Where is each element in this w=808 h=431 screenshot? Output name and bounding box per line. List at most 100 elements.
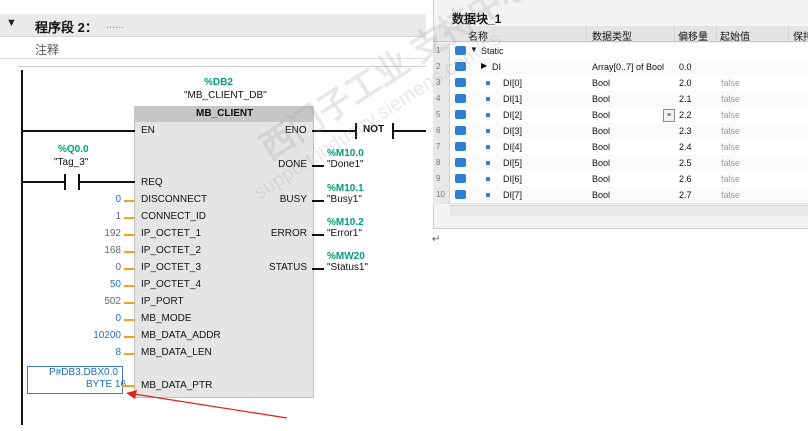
pin-value-connect-id[interactable]: 1: [115, 211, 121, 222]
cell-start-value[interactable]: false: [721, 174, 740, 184]
row-number: 3: [436, 78, 441, 87]
pin-value-ip-octet-1[interactable]: 192: [104, 228, 121, 239]
interface-variable-icon: [455, 126, 466, 135]
mb-client-block-title: MB_CLIENT: [196, 108, 254, 119]
network-title-dots: ......: [106, 19, 125, 31]
cell-data-type[interactable]: Array[0..7] of Bool: [592, 62, 664, 72]
pin-value-ip-port[interactable]: 502: [104, 296, 121, 307]
comment-row[interactable]: [0, 38, 426, 59]
cell-start-value[interactable]: false: [721, 190, 740, 200]
network-comment-label: 注释: [35, 43, 60, 57]
pin-mb-data-addr: MB_DATA_ADDR: [141, 330, 221, 341]
cell-data-type[interactable]: Bool: [592, 110, 610, 120]
cell-data-type[interactable]: Bool: [592, 78, 610, 88]
pin-wire: [124, 336, 135, 338]
pin-wire: [124, 200, 135, 202]
cell-name[interactable]: DI[2]: [503, 110, 522, 120]
req-wire-left: [22, 181, 64, 183]
interface-variable-icon: [455, 46, 466, 55]
en-wire: [22, 130, 135, 132]
cell-data-type[interactable]: Bool: [592, 126, 610, 136]
cell-offset: 2.3: [679, 126, 692, 136]
instance-db-name[interactable]: "MB_CLIENT_DB": [184, 90, 267, 101]
cell-start-value[interactable]: false: [721, 158, 740, 168]
cell-offset: 2.5: [679, 158, 692, 168]
cell-start-value[interactable]: false: [721, 110, 740, 120]
collapse-triangle-icon[interactable]: ▼: [6, 17, 17, 29]
cell-name[interactable]: DI: [492, 62, 501, 72]
output-tag-busy[interactable]: "Busy1": [327, 194, 362, 205]
row-number: 6: [436, 126, 441, 135]
cell-start-value[interactable]: false: [721, 126, 740, 136]
cell-name[interactable]: DI[5]: [503, 158, 522, 168]
req-contact-left-bar: [64, 174, 66, 190]
pin-value-mb-data-len[interactable]: 8: [115, 347, 121, 358]
column-header[interactable]: 起始值: [720, 28, 750, 43]
pin-value-ip-octet-3[interactable]: 0: [115, 262, 121, 273]
cell-name[interactable]: DI[1]: [503, 94, 522, 104]
cell-data-type[interactable]: Bool: [592, 94, 610, 104]
output-wire: [312, 165, 324, 167]
output-wire: [312, 234, 324, 236]
cell-start-value[interactable]: false: [721, 94, 740, 104]
pin-status: STATUS: [269, 262, 307, 273]
interface-variable-icon: [455, 190, 466, 199]
eno-wire: [312, 130, 356, 132]
cell-data-type[interactable]: Bool: [592, 190, 610, 200]
pin-value-ip-octet-2[interactable]: 168: [104, 245, 121, 256]
pin-value-mb-mode[interactable]: 0: [115, 313, 121, 324]
element-bullet-icon: [486, 129, 490, 133]
pin-wire: [124, 285, 135, 287]
cell-name[interactable]: DI[0]: [503, 78, 522, 88]
row-number: 7: [436, 142, 441, 151]
output-address-done: %M10.0: [327, 148, 364, 159]
pin-wire: [124, 251, 135, 253]
output-address-status: %MW20: [327, 251, 365, 262]
cell-start-value[interactable]: false: [721, 78, 740, 88]
pin-value-disconnect[interactable]: 0: [115, 194, 121, 205]
cell-data-type[interactable]: Bool: [592, 142, 610, 152]
cell-name[interactable]: DI[6]: [503, 174, 522, 184]
interface-variable-icon: [455, 142, 466, 151]
pin-value-ip-octet-4[interactable]: 50: [110, 279, 121, 290]
element-bullet-icon: [486, 177, 490, 181]
column-header[interactable]: 数据类型: [592, 28, 632, 43]
type-dropdown-icon[interactable]: ≡: [663, 109, 675, 122]
cell-start-value[interactable]: false: [721, 142, 740, 152]
row-number: 10: [436, 190, 445, 199]
element-bullet-icon: [486, 193, 490, 197]
element-bullet-icon: [486, 97, 490, 101]
req-wire-right: [80, 181, 135, 183]
interface-variable-icon: [455, 174, 466, 183]
pin-value-mb-data-addr[interactable]: 10200: [93, 330, 121, 341]
datablock-title: 数据块_1: [452, 12, 502, 26]
column-header[interactable]: 保持: [793, 28, 808, 43]
expand-right-icon[interactable]: ▶: [481, 61, 487, 70]
datablock-bottom-scrollbar[interactable]: [450, 205, 808, 216]
cell-name[interactable]: DI[4]: [503, 142, 522, 152]
row-number: 8: [436, 158, 441, 167]
output-tag-error[interactable]: "Error1": [327, 228, 362, 239]
not-output-wire: [393, 130, 426, 132]
req-tag-name[interactable]: "Tag_3": [54, 157, 88, 168]
cell-name[interactable]: DI[3]: [503, 126, 522, 136]
output-wire: [312, 200, 324, 202]
not-contact-label[interactable]: NOT: [363, 124, 384, 135]
expand-down-icon[interactable]: ▼: [470, 45, 478, 54]
output-tag-status[interactable]: "Status1": [327, 262, 368, 273]
network-gray-line: [18, 66, 426, 67]
output-tag-done[interactable]: "Done1": [327, 159, 364, 170]
column-header[interactable]: 名称: [468, 28, 488, 43]
cell-data-type[interactable]: Bool: [592, 174, 610, 184]
pin-connect-id: CONNECT_ID: [141, 211, 207, 222]
cell-name[interactable]: DI[7]: [503, 190, 522, 200]
pin-wire: [124, 268, 135, 270]
cell-data-type[interactable]: Bool: [592, 158, 610, 168]
pin-wire: [124, 353, 135, 355]
pin-disconnect: DISCONNECT: [141, 194, 208, 205]
interface-variable-icon: [455, 94, 466, 103]
cell-offset: 2.7: [679, 190, 692, 200]
interface-variable-icon: [455, 78, 466, 87]
cell-name[interactable]: Static: [481, 46, 504, 56]
column-header[interactable]: 偏移量: [678, 28, 708, 43]
